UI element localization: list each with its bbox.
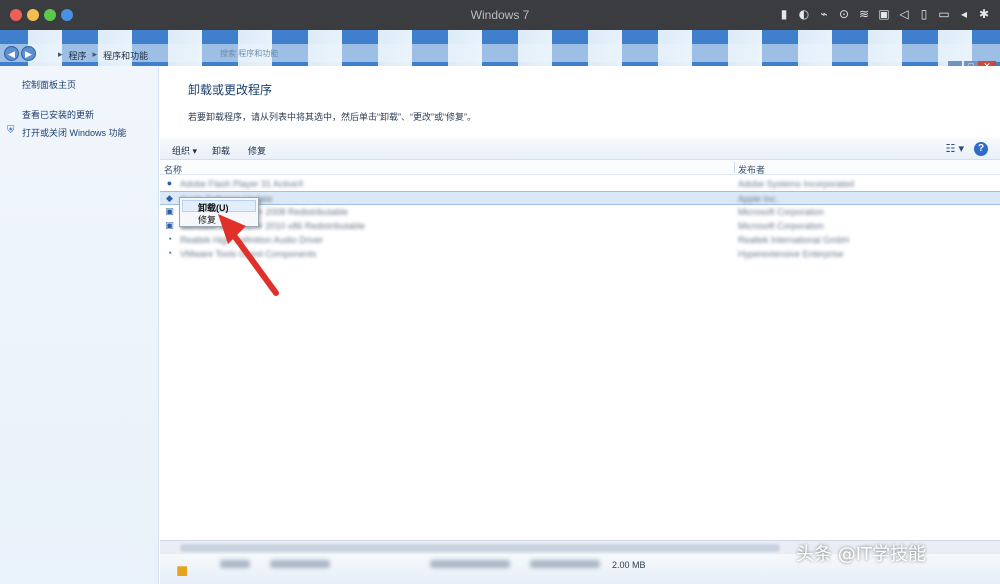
mac-titlebar: Windows 7 ▮ ◐ ⌁ ⊙ ≋ ▣ ◁ ▯ ▭ ◂ ✱ xyxy=(0,0,1000,30)
program-icon: ◔ xyxy=(166,234,173,244)
program-size: 2.00 MB xyxy=(612,560,646,570)
volume-icon[interactable]: ◁ xyxy=(896,6,912,22)
uninstall-button[interactable]: 卸载 xyxy=(212,144,230,157)
play-left-icon[interactable]: ◂ xyxy=(956,6,972,22)
breadcrumb: ▸ 程序 ▸ 程序和功能 xyxy=(58,49,149,62)
moon-icon[interactable]: ◐ xyxy=(796,6,812,22)
program-icon: ▣ xyxy=(165,206,174,216)
column-name[interactable]: 名称 xyxy=(164,163,182,176)
program-publisher: Microsoft Corporation xyxy=(738,221,825,231)
program-name: Adobe Flash Player 31 ActiveX xyxy=(180,179,304,189)
program-icon: ◔ xyxy=(166,248,173,258)
selected-program-icon: ■ xyxy=(176,560,189,582)
watermark-text: 头条 @IT学技能 xyxy=(796,544,927,565)
scrollbar-thumb[interactable] xyxy=(180,544,780,552)
search-icon[interactable]: ⊙ xyxy=(836,6,852,22)
search-input[interactable]: 搜索 程序和功能 xyxy=(220,47,330,61)
breadcrumb-programs[interactable]: 程序 xyxy=(69,49,87,62)
column-header: 名称 发布者 xyxy=(160,160,1000,175)
program-publisher: Microsoft Corporation xyxy=(738,207,825,217)
program-publisher: Adobe Systems Incorporated xyxy=(738,179,855,189)
gear-icon[interactable]: ✱ xyxy=(976,6,992,22)
status-icons: ▮ ◐ ⌁ ⊙ ≋ ▣ ◁ ▯ ▭ ◂ ✱ xyxy=(776,6,992,22)
column-publisher[interactable]: 发布者 xyxy=(738,163,765,176)
program-icon: ● xyxy=(166,178,173,188)
table-row[interactable]: ● Adobe Flash Player 31 ActiveX Adobe Sy… xyxy=(160,177,1000,191)
program-publisher: Realtek International GmbH xyxy=(738,235,850,245)
page-title: 卸载或更改程序 xyxy=(188,83,273,97)
plug-icon[interactable]: ⌁ xyxy=(816,6,832,22)
phone-icon[interactable]: ▯ xyxy=(916,6,932,22)
main-pane: 卸载或更改程序 若要卸载程序，请从列表中将其选中，然后单击“卸载”、“更改”或“… xyxy=(160,66,1000,584)
image-icon[interactable]: ▣ xyxy=(876,6,892,22)
left-pane: 控制面板主页 查看已安装的更新 ⛨ 打开或关闭 Windows 功能 xyxy=(0,66,159,584)
organize-button[interactable]: 组织 ▾ xyxy=(172,144,197,157)
wifi-icon[interactable]: ≋ xyxy=(856,6,872,22)
toolbar: 组织 ▾ 卸载 修复 ☷ ▾ ? xyxy=(160,138,1000,160)
program-publisher: Hyperextensive Enterprise xyxy=(738,249,844,259)
program-icon: ▣ xyxy=(165,220,174,230)
repair-button[interactable]: 修复 xyxy=(248,144,266,157)
forward-button[interactable]: ▶ xyxy=(21,46,36,61)
help-icon[interactable]: ? xyxy=(974,142,988,156)
battery-icon[interactable]: ▮ xyxy=(776,6,792,22)
column-divider[interactable] xyxy=(734,162,735,173)
program-publisher: Apple Inc. xyxy=(738,194,779,204)
back-button[interactable]: ◀ xyxy=(4,46,19,61)
view-options-icon[interactable]: ☷ ▾ xyxy=(946,142,964,155)
shield-icon: ⛨ xyxy=(7,125,15,136)
windows-features-link[interactable]: 打开或关闭 Windows 功能 xyxy=(22,126,127,139)
red-arrow-annotation xyxy=(218,214,279,296)
control-panel-home-link[interactable]: 控制面板主页 xyxy=(22,78,76,91)
program-icon: ◆ xyxy=(166,193,173,203)
view-updates-link[interactable]: 查看已安装的更新 xyxy=(22,108,94,121)
breadcrumb-programs-features[interactable]: 程序和功能 xyxy=(103,49,148,62)
display-icon[interactable]: ▭ xyxy=(936,6,952,22)
address-field[interactable] xyxy=(0,44,1000,62)
page-description: 若要卸载程序，请从列表中将其选中，然后单击“卸载”、“更改”或“修复”。 xyxy=(188,112,476,122)
address-bar: ◀ ▶ ▸ 程序 ▸ 程序和功能 搜索 程序和功能 – □ ✕ xyxy=(0,30,1000,71)
